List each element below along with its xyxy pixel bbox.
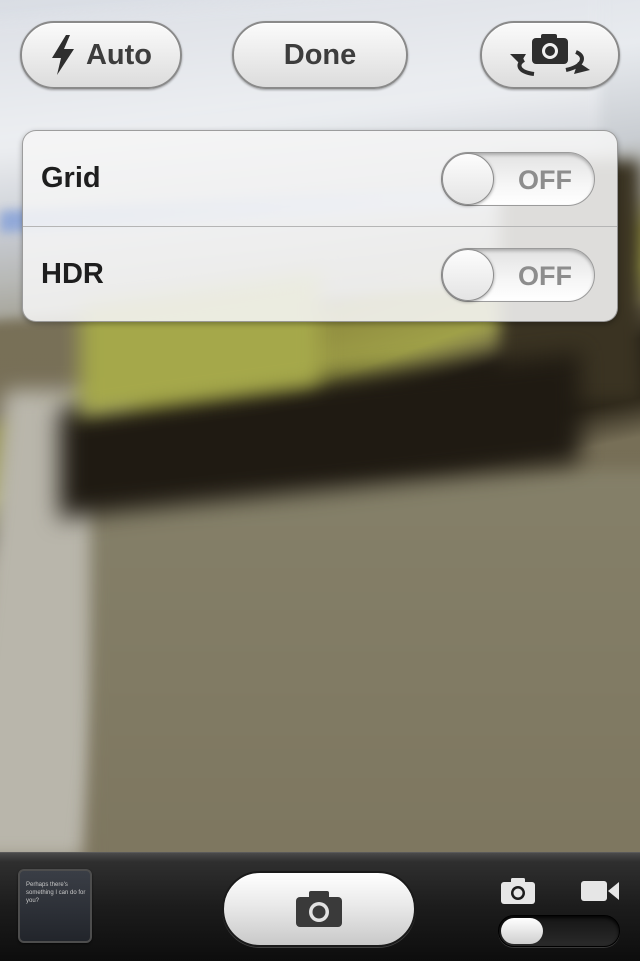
hdr-label: HDR [41, 258, 104, 290]
video-camera-icon [581, 881, 619, 901]
hdr-option-row: HDR OFF [23, 227, 617, 321]
mode-switch-knob[interactable] [501, 918, 543, 944]
camera-viewfinder[interactable] [0, 0, 640, 852]
grid-toggle[interactable]: OFF [441, 151, 595, 206]
done-label: Done [283, 38, 357, 71]
thumbnail-text: Perhaps there's something I can do for y… [26, 882, 86, 904]
camera-options-panel: Grid OFF HDR OFF [22, 130, 618, 322]
shutter-button[interactable] [222, 871, 416, 947]
hdr-toggle-state: OFF [518, 260, 572, 291]
grid-toggle-knob [442, 152, 494, 205]
photo-mode-icon [501, 878, 535, 904]
hdr-toggle[interactable]: OFF [441, 247, 595, 302]
hdr-toggle-knob [442, 248, 494, 301]
camera-icon [296, 891, 342, 927]
switch-camera-button[interactable] [480, 21, 620, 89]
grid-label: Grid [41, 162, 101, 194]
camera-roll-thumbnail[interactable]: Perhaps there's something I can do for y… [18, 869, 92, 943]
switch-camera-icon [510, 34, 590, 76]
grid-toggle-state: OFF [518, 164, 572, 195]
grid-option-row: Grid OFF [23, 131, 617, 227]
camera-toolbar: Perhaps there's something I can do for y… [0, 852, 640, 961]
viewfinder-blur-floor [90, 470, 640, 852]
flash-mode-button[interactable]: Auto [20, 21, 182, 89]
flash-mode-label: Auto [85, 38, 153, 71]
done-button[interactable]: Done [232, 21, 408, 89]
flash-icon [51, 35, 74, 75]
photo-video-mode-switch[interactable] [498, 915, 620, 947]
